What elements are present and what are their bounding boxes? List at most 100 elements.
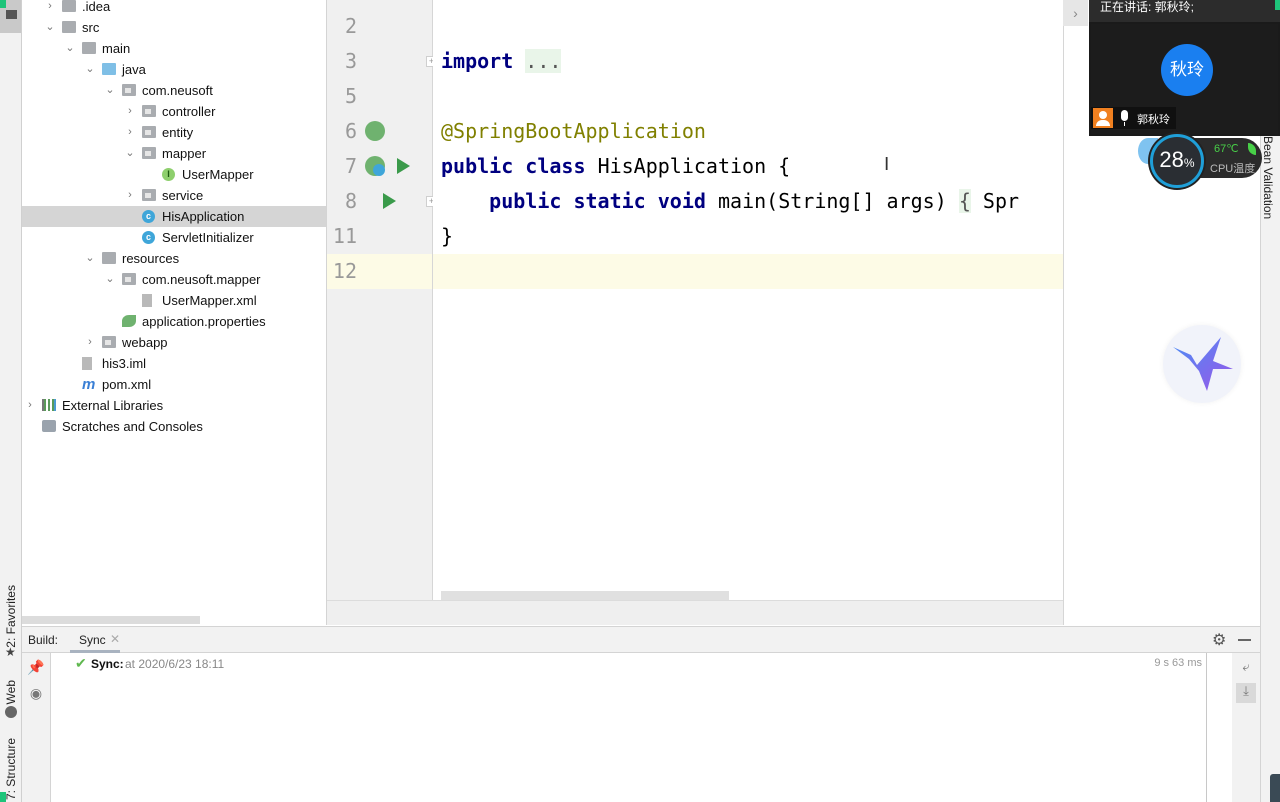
chevron-down-icon[interactable]: ⌄: [84, 59, 96, 80]
tree-item-label: src: [82, 20, 100, 35]
interface-icon: I: [162, 168, 175, 181]
maven-icon: m: [82, 376, 96, 393]
tree-item[interactable]: ⌄ resources: [22, 248, 326, 269]
soft-wrap-icon[interactable]: ⤶: [1236, 659, 1256, 675]
code-line-6: @SpringBootApplication: [441, 119, 706, 143]
tree-item[interactable]: Scratches and Consoles: [22, 416, 326, 437]
web-tab[interactable]: Web: [4, 680, 18, 704]
tree-item[interactable]: application.properties: [22, 311, 326, 332]
tab-sync-label: Sync: [79, 633, 106, 647]
method-body-preview: Spr: [970, 189, 1020, 213]
tree-item[interactable]: ⌄ java: [22, 59, 326, 80]
folded-method-body[interactable]: {: [958, 189, 971, 213]
keyword: public: [441, 154, 514, 178]
chevron-down-icon[interactable]: ⌄: [64, 38, 76, 59]
spring-class-icon[interactable]: [365, 156, 385, 176]
run-main-icon[interactable]: [383, 193, 396, 209]
tree-item[interactable]: ⌄ com.neusoft: [22, 80, 326, 101]
structure-tab[interactable]: 7: Structure: [4, 738, 18, 800]
project-horizontal-scrollbar[interactable]: [22, 616, 200, 624]
hummingbird-app-icon[interactable]: [1163, 325, 1241, 403]
chevron-down-icon[interactable]: ⌄: [44, 17, 56, 38]
code-line-11: }: [441, 224, 454, 248]
tree-item[interactable]: UserMapper.xml: [22, 290, 326, 311]
keyword: public: [489, 189, 562, 213]
current-line-highlight: [433, 254, 1063, 289]
tree-item-label: com.neusoft.mapper: [142, 272, 261, 287]
tree-item-label: com.neusoft: [142, 83, 213, 98]
bean-validation-tab[interactable]: Bean Validation: [1261, 136, 1275, 219]
web-folder-icon: [102, 336, 116, 348]
tree-item-label: mapper: [162, 146, 207, 161]
tab-sync[interactable]: Sync ✕: [70, 627, 120, 653]
cpu-temp-label: CPU温度: [1210, 163, 1256, 175]
spring-bean-icon[interactable]: [365, 121, 385, 141]
chevron-down-icon[interactable]: ⌄: [104, 269, 116, 290]
favorites-tab[interactable]: 2: Favorites: [4, 585, 18, 648]
spring-properties-icon: [122, 315, 136, 327]
chevron-right-icon[interactable]: ›: [84, 332, 96, 353]
project-tool-tab[interactable]: [0, 0, 21, 33]
status-indicator: [1275, 0, 1280, 10]
scroll-to-end-icon[interactable]: ⤓: [1236, 683, 1256, 703]
expand-panel-button[interactable]: ›: [1063, 0, 1088, 26]
tree-item[interactable]: c HisApplication: [22, 206, 326, 227]
run-class-icon[interactable]: [397, 158, 410, 174]
video-tile[interactable]: 秋玲 郭秋玲: [1091, 24, 1278, 134]
chevron-down-icon[interactable]: ⌄: [104, 80, 116, 101]
check-icon: ✔: [75, 655, 87, 671]
tree-item[interactable]: › External Libraries: [22, 395, 326, 416]
tree-item[interactable]: ⌄ com.neusoft.mapper: [22, 269, 326, 290]
chevron-right-icon[interactable]: ›: [24, 395, 36, 416]
code-editor[interactable]: import ... @SpringBootApplication public…: [433, 0, 1063, 600]
tree-item[interactable]: ⌄ mapper: [22, 143, 326, 164]
eye-icon[interactable]: ◉: [26, 685, 46, 702]
tree-item[interactable]: ⌄ src: [22, 17, 326, 38]
chevron-down-icon[interactable]: ⌄: [84, 248, 96, 269]
gear-icon[interactable]: ⚙: [1212, 630, 1226, 650]
package-icon: [142, 126, 156, 138]
tree-item-label: UserMapper: [182, 167, 254, 182]
minimize-icon[interactable]: [1238, 639, 1251, 641]
tree-item[interactable]: I UserMapper: [22, 164, 326, 185]
tree-item-label: his3.iml: [102, 356, 147, 371]
structure-tab-label: 7: Structure: [4, 738, 18, 801]
tree-item[interactable]: ⌄ main: [22, 38, 326, 59]
source-folder-icon: [102, 63, 116, 75]
chevron-right-icon[interactable]: ›: [124, 185, 136, 206]
chevron-right-icon[interactable]: ›: [124, 101, 136, 122]
method-signature: main(String[] args): [717, 189, 959, 213]
text-cursor-icon: I: [884, 154, 890, 175]
tree-item[interactable]: m pom.xml: [22, 374, 326, 395]
code-line-7: public class HisApplication {: [441, 149, 790, 184]
folded-imports[interactable]: ...: [525, 49, 562, 73]
structure-indicator: [0, 792, 6, 802]
hummingbird-icon: [1173, 337, 1233, 391]
star-icon: ★: [5, 645, 16, 659]
web-tab-label: Web: [4, 680, 18, 705]
close-tab-icon[interactable]: ✕: [110, 632, 120, 646]
package-icon: [142, 105, 156, 117]
cpu-usage-unit: %: [1183, 156, 1195, 170]
chevron-right-icon[interactable]: ›: [44, 0, 56, 17]
tree-item-label: application.properties: [142, 314, 266, 329]
pin-icon[interactable]: 📌: [26, 659, 46, 676]
tree-item[interactable]: c ServletInitializer: [22, 227, 326, 248]
tree-item[interactable]: his3.iml: [22, 353, 326, 374]
sync-timestamp: at 2020/6/23 18:11: [125, 657, 225, 671]
tree-item[interactable]: › .idea: [22, 0, 326, 17]
tree-item[interactable]: › entity: [22, 122, 326, 143]
tree-item[interactable]: › service: [22, 185, 326, 206]
chevron-right-icon[interactable]: ›: [124, 122, 136, 143]
tree-item-label: External Libraries: [62, 398, 164, 413]
folder-icon: [62, 21, 76, 33]
tree-item[interactable]: › controller: [22, 101, 326, 122]
tree-item[interactable]: › webapp: [22, 332, 326, 353]
chevron-down-icon[interactable]: ⌄: [124, 143, 136, 164]
project-tree-panel: › .idea ⌄ src ⌄ main ⌄ java ⌄ com.neusoft › control…: [22, 0, 327, 625]
meeting-overlay[interactable]: 正在讲话: 郭秋玲; 秋玲 郭秋玲: [1089, 0, 1280, 136]
sync-title[interactable]: Sync:: [91, 657, 124, 671]
build-label: Build:: [28, 633, 59, 647]
editor-gutter: 2 3 5 6 7 8 11 12 + +: [327, 0, 437, 600]
cpu-monitor-widget[interactable]: 28% 67℃ CPU温度: [1150, 134, 1262, 188]
